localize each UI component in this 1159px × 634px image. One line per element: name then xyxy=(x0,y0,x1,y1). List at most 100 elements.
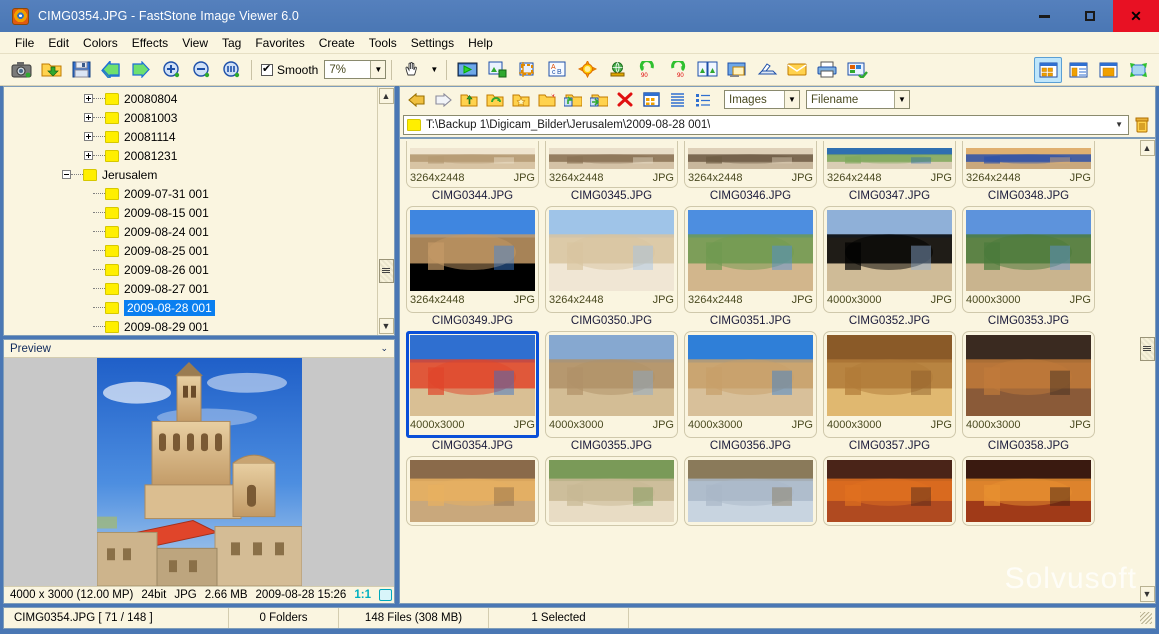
tree-item[interactable]: Jerusalem xyxy=(4,165,377,184)
thumbnail-cell[interactable] xyxy=(682,456,819,526)
pan-hand-button[interactable] xyxy=(398,57,426,83)
smooth-checkbox[interactable]: Smooth xyxy=(261,62,318,77)
thumbnail-cell[interactable]: 4000x3000 JPG CIMG0352.JPG xyxy=(821,206,958,327)
minimize-button[interactable] xyxy=(1021,0,1067,32)
thumbnail-cell[interactable]: 3264x2448 JPG CIMG0351.JPG xyxy=(682,206,819,327)
thumbnail-frame[interactable]: 3264x2448 JPG xyxy=(962,141,1095,188)
next-image-button[interactable] xyxy=(127,57,155,83)
thumbnail-frame[interactable] xyxy=(406,456,539,526)
thumbnail-frame[interactable]: 3264x2448 JPG xyxy=(684,206,817,313)
thumbnail-pane[interactable]: 3264x2448 JPG CIMG0344.JPG 3264x2448 JPG CIMG… xyxy=(399,138,1139,604)
thumbnail-cell[interactable] xyxy=(543,456,680,526)
copy-to-folder-button[interactable] xyxy=(561,89,585,111)
thumbnail-view-button[interactable] xyxy=(639,89,663,111)
thumbnail-frame[interactable]: 4000x3000 JPG xyxy=(406,331,539,438)
tree-item[interactable]: 2009-08-15 001 xyxy=(4,203,377,222)
thumbnail-cell[interactable]: 4000x3000 JPG CIMG0356.JPG xyxy=(682,331,819,452)
menu-edit[interactable]: Edit xyxy=(41,34,76,52)
new-folder-button[interactable] xyxy=(535,89,559,111)
thumbnail-frame[interactable] xyxy=(823,456,956,526)
print-button[interactable] xyxy=(813,57,841,83)
zoom-combo[interactable]: 7% ▼ xyxy=(324,60,387,79)
close-button[interactable]: ✕ xyxy=(1113,0,1159,32)
rotate-right-button[interactable]: 90 xyxy=(663,57,691,83)
thumb-scroll-up-button[interactable]: ▲ xyxy=(1139,140,1155,156)
folder-tree[interactable]: 20080804 20081003 20081114 20081231 Jerusale… xyxy=(4,87,377,335)
thumbnail-cell[interactable]: 4000x3000 JPG CIMG0358.JPG xyxy=(960,331,1097,452)
thumb-scroll-thumb[interactable] xyxy=(1139,337,1155,361)
thumbnail-frame[interactable] xyxy=(545,456,678,526)
menu-effects[interactable]: Effects xyxy=(125,34,175,52)
send-email-button[interactable] xyxy=(783,57,811,83)
thumbnail-frame[interactable] xyxy=(962,456,1095,526)
thumbnail-frame[interactable]: 3264x2448 JPG xyxy=(545,141,678,188)
menu-tools[interactable]: Tools xyxy=(362,34,404,52)
thumbnail-frame[interactable]: 4000x3000 JPG xyxy=(684,331,817,438)
thumb-scroll-down-button[interactable]: ▼ xyxy=(1139,586,1155,602)
view-preview-button[interactable] xyxy=(1094,57,1122,83)
resize-button[interactable] xyxy=(483,57,511,83)
scan-button[interactable] xyxy=(753,57,781,83)
save-button[interactable] xyxy=(67,57,95,83)
tree-item[interactable]: 20081003 xyxy=(4,108,377,127)
expand-icon[interactable] xyxy=(84,151,93,160)
menu-help[interactable]: Help xyxy=(461,34,500,52)
detail-view-button[interactable] xyxy=(691,89,715,111)
forward-button[interactable] xyxy=(431,89,455,111)
tree-scroll-thumb[interactable] xyxy=(378,259,394,283)
thumbnail-frame[interactable]: 3264x2448 JPG xyxy=(684,141,817,188)
tree-item[interactable]: 2009-08-24 001 xyxy=(4,222,377,241)
sort-chevron-down-icon[interactable]: ▼ xyxy=(894,91,909,108)
zoom-in-button[interactable] xyxy=(157,57,185,83)
maximize-button[interactable] xyxy=(1067,0,1113,32)
trash-icon[interactable] xyxy=(1132,114,1152,135)
delete-file-button[interactable] xyxy=(613,89,637,111)
actual-size-button[interactable] xyxy=(217,57,245,83)
compare-button[interactable] xyxy=(693,57,721,83)
path-chevron-down-icon[interactable]: ▼ xyxy=(1115,120,1125,129)
thumbnail-cell[interactable]: 3264x2448 JPG CIMG0344.JPG xyxy=(404,141,541,202)
screen-capture-button[interactable] xyxy=(723,57,751,83)
tree-item[interactable]: 2009-08-28 001 xyxy=(4,298,377,317)
path-combo[interactable]: T:\Backup 1\Digicam_Bilder\Jerusalem\200… xyxy=(403,114,1129,135)
menu-create[interactable]: Create xyxy=(312,34,362,52)
list-view-button[interactable] xyxy=(665,89,689,111)
filter-combo[interactable]: Images ▼ xyxy=(724,90,800,109)
expand-icon[interactable] xyxy=(84,94,93,103)
adjust-lighting-button[interactable] xyxy=(573,57,601,83)
filter-chevron-down-icon[interactable]: ▼ xyxy=(784,91,799,108)
thumbnail-cell[interactable]: 3264x2448 JPG CIMG0347.JPG xyxy=(821,141,958,202)
expand-icon[interactable] xyxy=(84,132,93,141)
thumbnail-frame[interactable]: 4000x3000 JPG xyxy=(823,206,956,313)
thumbnail-cell[interactable]: 4000x3000 JPG CIMG0353.JPG xyxy=(960,206,1097,327)
thumbnail-frame[interactable]: 3264x2448 JPG xyxy=(823,141,956,188)
view-thumbnails-button[interactable] xyxy=(1034,56,1062,83)
tree-item[interactable]: 2009-08-25 001 xyxy=(4,241,377,260)
text-button[interactable]: AcB xyxy=(543,57,571,83)
refresh-folder-button[interactable] xyxy=(483,89,507,111)
preview-zoom-ratio[interactable]: 1:1 xyxy=(354,589,371,601)
previous-image-button[interactable] xyxy=(97,57,125,83)
favorite-folder-button[interactable] xyxy=(509,89,533,111)
view-fullscreen-button[interactable] xyxy=(1124,57,1152,83)
tree-scroll-down-button[interactable]: ▼ xyxy=(378,318,394,334)
thumbnail-cell[interactable]: 3264x2448 JPG CIMG0350.JPG xyxy=(543,206,680,327)
thumbnail-frame[interactable]: 3264x2448 JPG xyxy=(406,141,539,188)
thumbnail-frame[interactable]: 4000x3000 JPG xyxy=(545,331,678,438)
tree-item[interactable]: 2009-08-26 001 xyxy=(4,260,377,279)
zoom-out-button[interactable] xyxy=(187,57,215,83)
menu-file[interactable]: File xyxy=(8,34,41,52)
rotate-left-button[interactable]: 90 xyxy=(633,57,661,83)
acquire-camera-button[interactable] xyxy=(7,57,35,83)
thumbnail-frame[interactable]: 4000x3000 JPG xyxy=(962,206,1095,313)
thumbnail-frame[interactable]: 4000x3000 JPG xyxy=(962,331,1095,438)
menu-settings[interactable]: Settings xyxy=(404,34,461,52)
tree-item[interactable]: 20080804 xyxy=(4,89,377,108)
thumbnail-cell[interactable] xyxy=(821,456,958,526)
sort-combo[interactable]: Filename ▼ xyxy=(806,90,910,109)
menu-favorites[interactable]: Favorites xyxy=(248,34,311,52)
fit-window-icon[interactable] xyxy=(378,589,392,601)
tree-item[interactable]: 2009-08-27 001 xyxy=(4,279,377,298)
move-to-folder-button[interactable] xyxy=(587,89,611,111)
back-button[interactable] xyxy=(405,89,429,111)
